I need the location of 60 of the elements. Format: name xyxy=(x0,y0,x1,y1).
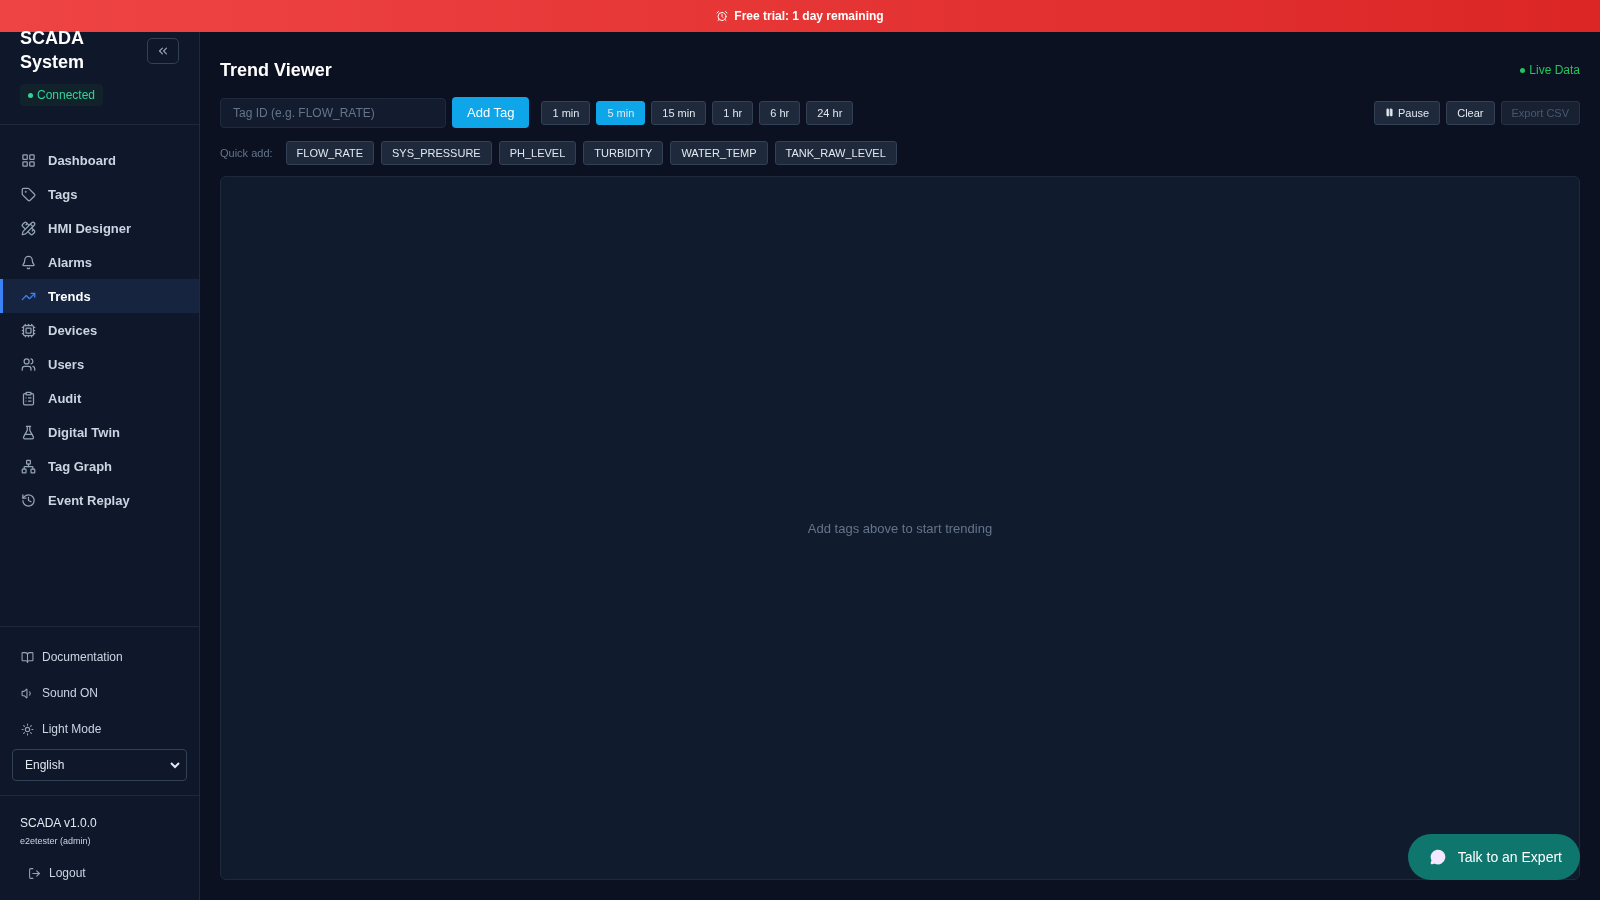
nav-item[interactable]: Audit xyxy=(0,381,199,415)
quick-tag-button[interactable]: WATER_TEMP xyxy=(670,141,768,165)
version-text: SCADA v1.0.0 xyxy=(20,816,98,830)
time-range-button[interactable]: 1 hr xyxy=(712,100,754,125)
quick-tag-button[interactable]: TURBIDITY xyxy=(583,141,664,165)
user-text: e2etester (admin) xyxy=(20,836,92,846)
speaker-icon xyxy=(21,686,34,700)
nav-item[interactable]: Users xyxy=(0,347,199,381)
action-button[interactable]: Clear xyxy=(1446,100,1495,125)
clipboard-icon xyxy=(21,390,36,406)
chevrons-left-icon xyxy=(156,44,170,58)
logout-icon xyxy=(28,866,41,880)
live-indicator: Live Data xyxy=(1520,63,1580,77)
hierarchy-icon xyxy=(21,458,36,474)
chat-button[interactable]: Talk to an Expert xyxy=(1407,834,1580,880)
users-icon xyxy=(21,356,36,372)
trial-text: Free trial: 1 day remaining xyxy=(734,9,884,23)
time-range-button[interactable]: 15 min xyxy=(651,100,707,125)
quick-tag-button[interactable]: FLOW_RATE xyxy=(285,141,374,165)
sidebar-link[interactable]: Light Mode xyxy=(12,711,187,747)
time-range-button[interactable]: 6 hr xyxy=(759,100,801,125)
chip-icon xyxy=(21,322,36,338)
pencil-ruler-icon xyxy=(21,220,36,236)
nav-item[interactable]: Tag Graph xyxy=(0,449,199,483)
nav-item[interactable]: Dashboard xyxy=(0,143,199,177)
flask-icon xyxy=(21,424,36,440)
sidebar-link[interactable]: Sound ON xyxy=(12,675,187,711)
bell-icon xyxy=(21,254,36,270)
action-button[interactable]: Pause xyxy=(1374,100,1441,125)
quick-tag-button[interactable]: PH_LEVEL xyxy=(498,141,577,165)
sun-icon xyxy=(21,722,34,736)
page-title: Trend Viewer xyxy=(220,59,332,81)
nav-item[interactable]: Alarms xyxy=(0,245,199,279)
language-select[interactable]: English xyxy=(12,749,187,781)
nav-item[interactable]: Digital Twin xyxy=(0,415,199,449)
quick-tag-button[interactable]: TANK_RAW_LEVEL xyxy=(774,141,897,165)
tag-icon xyxy=(21,186,36,202)
time-range-button[interactable]: 1 min xyxy=(541,100,591,125)
quick-tag-button[interactable]: SYS_PRESSURE xyxy=(381,141,492,165)
nav-item[interactable]: Event Replay xyxy=(0,483,199,517)
quick-add-label: Quick add: xyxy=(220,147,273,159)
nav-item[interactable]: Tags xyxy=(0,177,199,211)
nav-item[interactable]: HMI Designer xyxy=(0,211,199,245)
chevron-down-icon xyxy=(170,761,180,769)
grid-icon xyxy=(21,152,36,168)
book-icon xyxy=(21,650,34,664)
empty-message: Add tags above to start trending xyxy=(807,520,993,536)
nav-item[interactable]: Trends xyxy=(0,279,199,313)
tag-id-field[interactable]: Tag ID (e.g. FLOW_RATE) xyxy=(220,97,446,128)
time-range-button[interactable]: 24 hr xyxy=(806,100,854,125)
logout-link[interactable]: Logout xyxy=(28,866,179,880)
alarm-clock-icon xyxy=(716,10,729,22)
app-title: SCADA System xyxy=(20,27,86,74)
sidebar-link[interactable]: Documentation xyxy=(12,639,187,675)
connection-status: Connected xyxy=(20,84,104,106)
speech-bubble-icon xyxy=(1429,849,1446,865)
history-icon xyxy=(21,492,36,508)
nav-item[interactable]: Devices xyxy=(0,313,199,347)
collapse-button[interactable] xyxy=(147,38,179,64)
pause-icon xyxy=(1385,108,1395,117)
